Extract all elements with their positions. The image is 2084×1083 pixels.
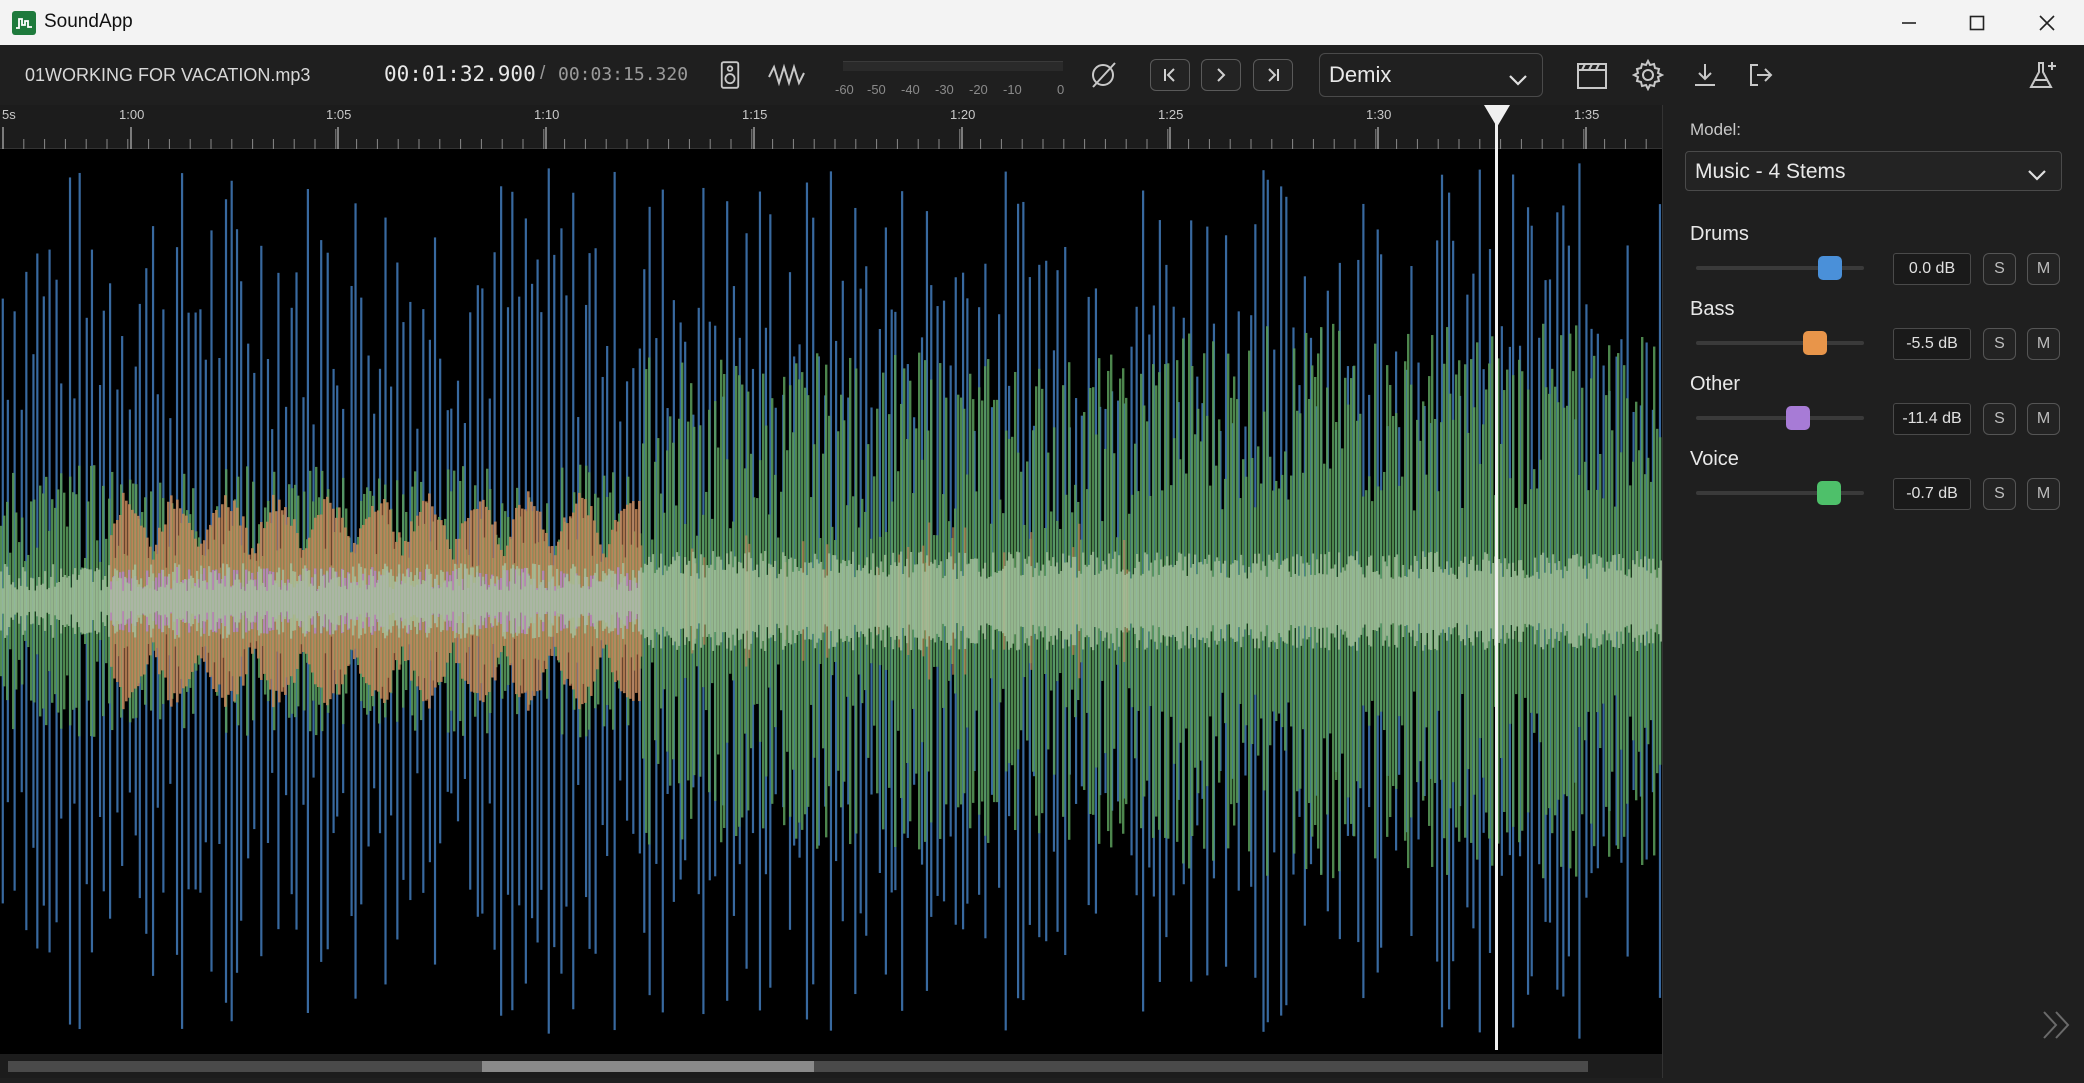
meter-tick: -30 xyxy=(935,82,954,97)
stem-gain-slider-thumb[interactable] xyxy=(1803,331,1828,355)
skip-end-icon xyxy=(1268,68,1279,82)
model-select-value: Music - 4 Stems xyxy=(1695,160,1846,183)
stem-row-other: Other -11.4 dB S M xyxy=(1663,373,2084,448)
solo-button[interactable]: S xyxy=(1983,253,2016,285)
file-name: 01WORKING FOR VACATION.mp3 xyxy=(25,65,311,85)
stem-row-voice: Voice -0.7 dB S M xyxy=(1663,448,2084,523)
model-select[interactable]: Music - 4 Stems xyxy=(1685,151,2062,191)
download-icon[interactable] xyxy=(1688,58,1722,92)
stem-gain-slider-thumb[interactable] xyxy=(1786,406,1811,430)
ruler-label: 1:15 xyxy=(742,107,768,122)
mode-select-value: Demix xyxy=(1329,62,1392,87)
ruler-ticks xyxy=(2,127,1647,149)
mode-select[interactable]: Demix xyxy=(1319,53,1543,97)
playhead-handle[interactable] xyxy=(1484,105,1510,127)
solo-button[interactable]: S xyxy=(1983,328,2016,360)
toolbar: 01WORKING FOR VACATION.mp3 00:01:32.900 … xyxy=(0,45,2084,105)
play-button[interactable] xyxy=(1201,59,1241,91)
mute-button[interactable]: M xyxy=(2027,403,2060,435)
clapperboard-icon[interactable] xyxy=(1574,58,1610,92)
stem-name: Voice xyxy=(1690,448,1739,470)
playhead[interactable] xyxy=(1495,105,1498,1050)
chevron-down-icon xyxy=(1508,67,1528,93)
stem-gain-slider-track[interactable] xyxy=(1696,416,1864,420)
ruler-label: 1:30 xyxy=(1366,107,1392,122)
ruler-label: 1:05 xyxy=(326,107,352,122)
meter-tick: -40 xyxy=(901,82,920,97)
stem-gain-slider-track[interactable] xyxy=(1696,341,1864,345)
speaker-icon[interactable] xyxy=(716,57,744,93)
close-button[interactable] xyxy=(2012,0,2082,45)
meter-tick: -20 xyxy=(969,82,988,97)
waveform-view[interactable] xyxy=(0,149,1662,1054)
skip-start-icon xyxy=(1164,68,1175,82)
skip-start-button[interactable] xyxy=(1150,59,1190,91)
meter-tick: -50 xyxy=(867,82,886,97)
mute-button[interactable]: M xyxy=(2027,328,2060,360)
mute-button[interactable]: M xyxy=(2027,253,2060,285)
minimize-button[interactable] xyxy=(1874,0,1944,45)
maximize-button[interactable] xyxy=(1942,0,2012,45)
skip-end-button[interactable] xyxy=(1253,59,1293,91)
lab-flask-icon[interactable] xyxy=(2024,56,2062,94)
solo-button[interactable]: S xyxy=(1983,403,2016,435)
ruler-label: 1:10 xyxy=(534,107,560,122)
time-separator: / xyxy=(540,63,546,84)
stem-gain-value[interactable]: -0.7 dB xyxy=(1893,478,1971,510)
ruler-label: 5s xyxy=(2,107,16,122)
title-bar: SoundApp xyxy=(0,0,2084,45)
ruler-label: 1:00 xyxy=(119,107,145,122)
level-meter-bar xyxy=(843,61,1063,71)
total-time: 00:03:15.320 xyxy=(558,64,689,85)
ruler-label: 1:35 xyxy=(1574,107,1600,122)
scrollbar-thumb[interactable] xyxy=(482,1061,814,1072)
ruler-label: 1:20 xyxy=(950,107,976,122)
export-icon[interactable] xyxy=(1744,58,1778,92)
meter-tick: -60 xyxy=(835,82,854,97)
waveform-icon[interactable] xyxy=(766,59,808,91)
mute-button[interactable]: M xyxy=(2027,478,2060,510)
play-icon xyxy=(1217,68,1226,82)
chevron-down-icon xyxy=(2027,164,2047,188)
stem-gain-value[interactable]: 0.0 dB xyxy=(1893,253,1971,285)
level-meter: -60 -50 -40 -30 -20 -10 0 xyxy=(835,55,1067,97)
meter-tick: -10 xyxy=(1003,82,1022,97)
stem-row-bass: Bass -5.5 dB S M xyxy=(1663,298,2084,373)
stems-panel: Model: Music - 4 Stems Drums 0.0 dB S M … xyxy=(1662,105,2084,1078)
meter-tick: 0 xyxy=(1057,82,1065,97)
app-logo-icon xyxy=(12,11,36,35)
solo-button[interactable]: S xyxy=(1983,478,2016,510)
settings-gear-icon[interactable] xyxy=(1630,57,1666,93)
current-time: 00:01:32.900 xyxy=(384,62,536,86)
stem-gain-value[interactable]: -5.5 dB xyxy=(1893,328,1971,360)
stem-name: Other xyxy=(1690,373,1741,395)
stem-gain-slider-thumb[interactable] xyxy=(1816,481,1841,505)
stem-row-drums: Drums 0.0 dB S M xyxy=(1663,223,2084,298)
ruler-label: 1:25 xyxy=(1158,107,1184,122)
model-label: Model: xyxy=(1690,120,1742,139)
collapse-panel-icon[interactable] xyxy=(2040,1008,2074,1042)
stem-name: Bass xyxy=(1690,298,1735,320)
horizontal-scrollbar[interactable] xyxy=(0,1054,1662,1078)
app-title: SoundApp xyxy=(44,11,133,32)
stem-gain-slider-thumb[interactable] xyxy=(1818,256,1843,280)
stem-gain-value[interactable]: -11.4 dB xyxy=(1893,403,1971,435)
timeline-ruler[interactable]: 5s 1:00 1:05 1:10 1:15 1:20 1:25 1:30 1:… xyxy=(0,105,1662,149)
stem-waveforms xyxy=(0,163,1662,1039)
stem-name: Drums xyxy=(1690,223,1749,245)
phase-invert-icon[interactable] xyxy=(1087,59,1119,91)
